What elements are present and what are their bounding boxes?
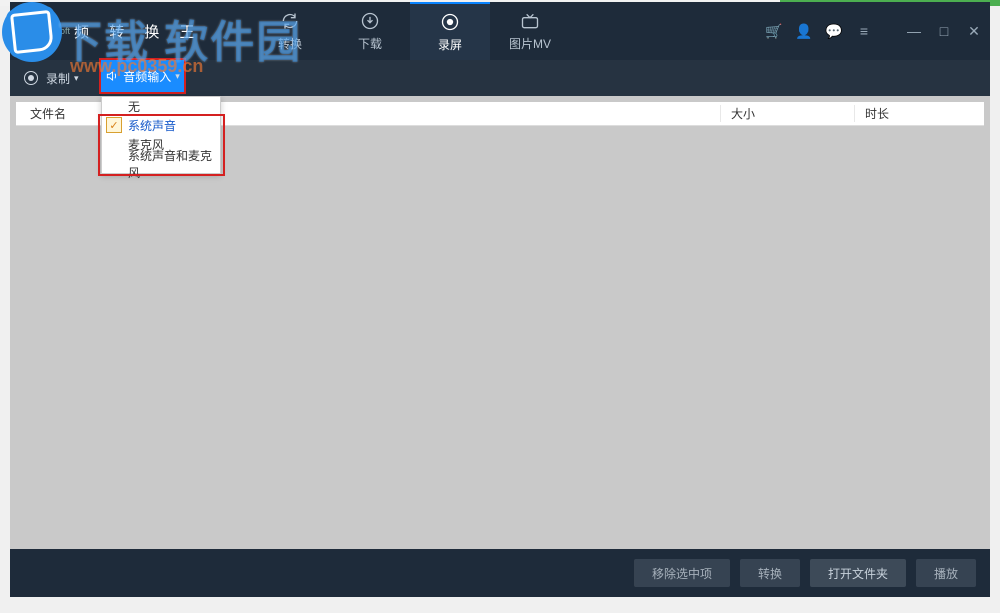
tab-mv[interactable]: 图片MV xyxy=(490,2,570,60)
tv-icon xyxy=(520,11,540,31)
record-mode-label[interactable]: 录制 ▾ xyxy=(46,70,79,87)
tab-label: 图片MV xyxy=(509,35,551,52)
app-window: apowersoft 频 转 换 王 转换 下载 录屏 图片MV 🛒 👤 xyxy=(10,2,990,597)
minimize-button[interactable]: — xyxy=(906,23,922,39)
record-radio[interactable] xyxy=(24,71,38,85)
check-icon: ✓ xyxy=(106,117,122,133)
brand-title: 频 转 换 王 xyxy=(74,21,203,42)
menu-item-system-and-mic[interactable]: 系统声音和麦克风 xyxy=(102,154,220,173)
main-tabs: 转换 下载 录屏 图片MV xyxy=(250,2,570,60)
app-brand: apowersoft 频 转 换 王 xyxy=(10,2,250,60)
speaker-icon xyxy=(105,69,119,83)
tab-label: 下载 xyxy=(358,35,382,52)
play-button[interactable]: 播放 xyxy=(916,559,976,587)
menu-icon[interactable]: ≡ xyxy=(856,23,872,39)
download-icon xyxy=(360,11,380,31)
tab-download[interactable]: 下载 xyxy=(330,2,410,60)
remove-selected-button[interactable]: 移除选中项 xyxy=(634,559,730,587)
col-duration[interactable]: 时长 xyxy=(854,105,984,122)
title-bar: apowersoft 频 转 换 王 转换 下载 录屏 图片MV 🛒 👤 xyxy=(10,2,990,60)
content-area: 文件名 大小 时长 无 ✓ 系统声音 麦克风 系统声音和麦克风 xyxy=(10,96,990,549)
record-toolbar: 录制 ▾ 音频输入 ▾ xyxy=(10,60,990,96)
convert-button[interactable]: 转换 xyxy=(740,559,800,587)
open-folder-button[interactable]: 打开文件夹 xyxy=(810,559,906,587)
cart-icon[interactable]: 🛒 xyxy=(766,23,782,40)
audio-input-menu: 无 ✓ 系统声音 麦克风 系统声音和麦克风 xyxy=(101,96,221,174)
chevron-down-icon: ▾ xyxy=(175,71,180,82)
audio-input-label: 音频输入 xyxy=(123,68,171,85)
brand-small: apowersoft xyxy=(26,26,70,36)
menu-item-system-sound[interactable]: ✓ 系统声音 xyxy=(102,116,220,135)
refresh-icon xyxy=(280,11,300,31)
close-button[interactable]: ✕ xyxy=(966,23,982,40)
tab-label: 转换 xyxy=(278,35,302,52)
audio-input-button[interactable]: 音频输入 ▾ xyxy=(101,60,184,92)
chevron-down-icon: ▾ xyxy=(74,73,79,84)
chat-icon[interactable]: 💬 xyxy=(826,23,842,40)
window-controls: 🛒 👤 💬 ≡ — □ ✕ xyxy=(766,2,982,60)
col-size[interactable]: 大小 xyxy=(720,105,854,122)
menu-item-none[interactable]: 无 xyxy=(102,97,220,116)
user-icon[interactable]: 👤 xyxy=(796,23,812,40)
tab-convert[interactable]: 转换 xyxy=(250,2,330,60)
tab-record[interactable]: 录屏 xyxy=(410,2,490,60)
tab-label: 录屏 xyxy=(438,36,462,53)
maximize-button[interactable]: □ xyxy=(936,23,952,39)
footer-bar: 移除选中项 转换 打开文件夹 播放 xyxy=(10,549,990,597)
record-icon xyxy=(440,12,460,32)
